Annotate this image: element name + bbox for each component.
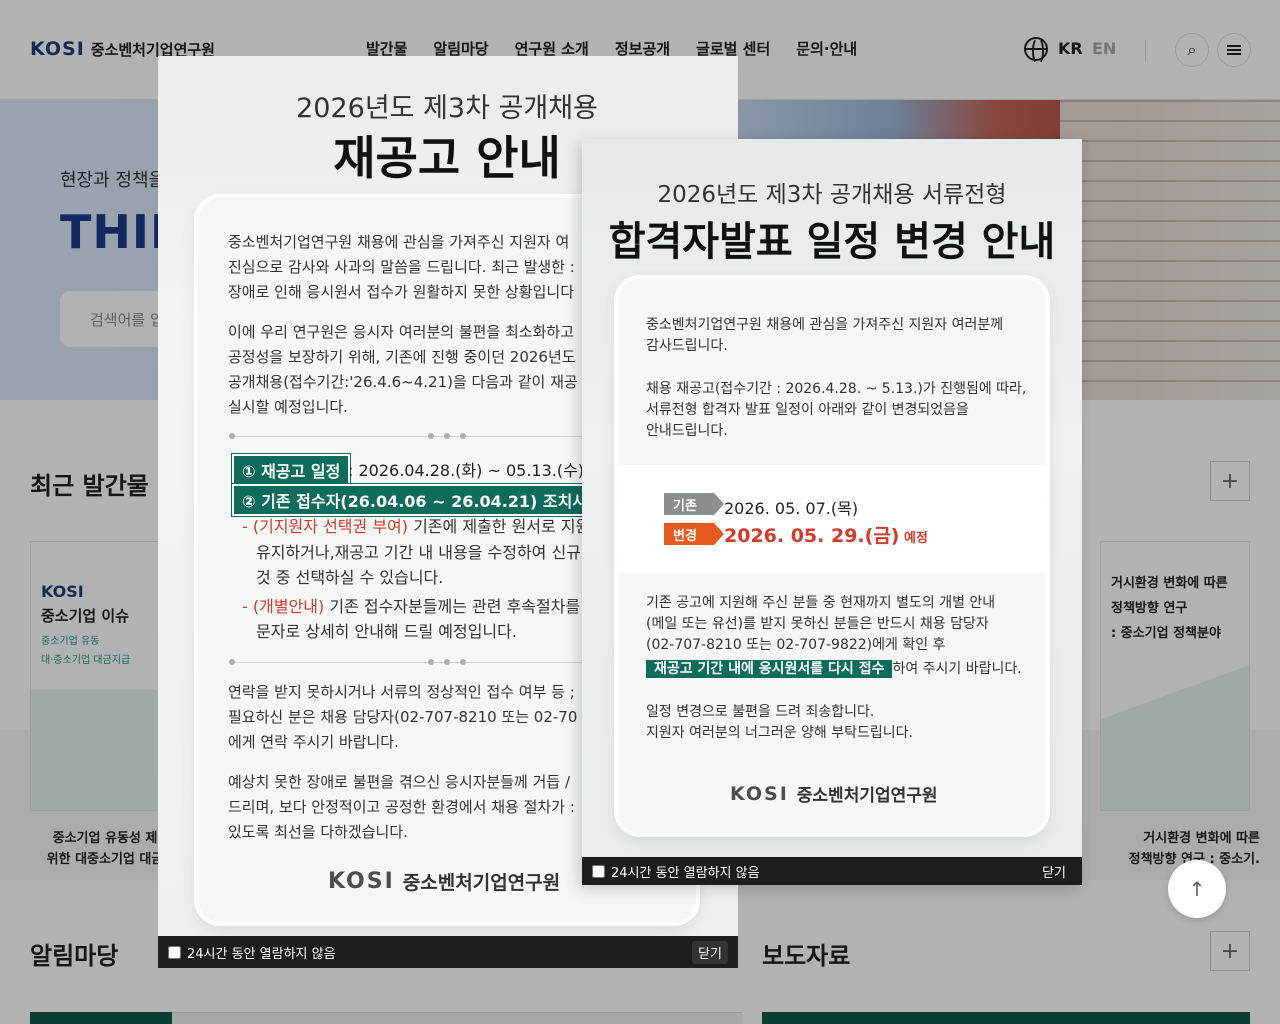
reannouncement-schedule-value: : 2026.04.28.(화) ~ 05.13.(수) 1( — [348, 461, 606, 480]
popup1-footer: 24시간 동안 열람하지 않음 닫기 — [158, 936, 738, 968]
popup1-pretitle: 2026년도 제3차 공개채용 — [296, 93, 598, 124]
logo-text: 중소벤처기업연구원 — [402, 872, 561, 894]
existing-applicant-tag: ② 기존 접수자(26.04.06 ~ 26.04.21) 조치사항 — [231, 483, 613, 517]
arrow-up-icon: ↑ — [1188, 877, 1206, 901]
popup1-paragraph-line: 예상치 못한 장애로 불편을 겪으신 응시자분들께 거듭 ∕ — [228, 773, 571, 791]
popup2-paragraph-line: (02-707-8210 또는 02-707-9822)에게 확인 후 — [646, 637, 946, 653]
popup1-paragraph-line: 장애로 인해 응시원서 접수가 원활하지 못한 상황입니다 — [228, 283, 575, 301]
popup1-logo: KOSI 중소벤처기업연구원 — [328, 868, 560, 895]
logo-text: 중소벤처기업연구원 — [796, 786, 938, 806]
popup2-paragraph-line: 감사드립니다. — [646, 338, 728, 354]
scroll-top-button[interactable]: ↑ — [1168, 860, 1226, 918]
popup2-hide-24h-label[interactable]: 24시간 동안 열람하지 않음 — [611, 862, 760, 881]
reannouncement-schedule-tag: ① 재공고 일정 — [230, 453, 352, 487]
popup1-paragraph-line: 실시할 예정입니다. — [228, 398, 348, 416]
bullet-choice-line: 유지하거나,재공고 기간 내 내용을 수정하여 신규 저 — [256, 543, 601, 562]
popup2-title: 합격자발표 일정 변경 안내 — [608, 219, 1056, 265]
popup2-pretitle: 2026년도 제3차 공개채용 서류전형 — [657, 182, 1007, 208]
popup1-close-button[interactable]: 닫기 — [692, 940, 728, 964]
popup2-paragraph-line: 지원자 여러분의 너그러운 양해 부탁드립니다. — [646, 725, 913, 741]
schedule-box: 기존 2026. 05. 07.(목) 변경 2026. 05. 29.(금) … — [618, 465, 1046, 573]
popup2-hide-24h-checkbox[interactable] — [592, 864, 605, 878]
popup1-paragraph-line: 공정성을 보장하기 위해, 기존에 진행 중이던 2026년도 — [228, 348, 576, 366]
popup1-hide-24h-checkbox[interactable] — [168, 945, 181, 959]
popup1-paragraph-line: 연락을 받지 못하시거나 서류의 정상적인 접수 여부 등 ; — [228, 683, 575, 701]
bullet-choice-label: - (기지원자 선택권 부여) — [242, 517, 408, 536]
popup1-paragraph-line: 진심으로 감사와 사과의 말씀을 드립니다. 최근 발생한 : — [228, 258, 575, 276]
popup1-paragraph-line: 있도록 최선을 다하겠습니다. — [228, 823, 408, 841]
popup2-paragraph-line: 서류전형 합격자 발표 일정이 아래와 같이 변경되었음을 — [646, 402, 969, 418]
bullet-individual-label: - (개별안내) — [242, 597, 325, 616]
popup2-close-button[interactable]: 닫기 — [1036, 860, 1072, 883]
logo-mark: KOSI — [328, 869, 395, 894]
date-new-suffix: 예정 — [899, 531, 928, 546]
popup2-paragraph-line: 중소벤처기업연구원 채용에 관심을 가져주신 지원자 여러분께 — [646, 317, 1004, 333]
popup2-paragraph-line: 기존 공고에 지원해 주신 분들 중 현재까지 별도의 개별 안내 — [646, 595, 996, 611]
bullet-individual: - (개별안내) 기존 접수자분들께는 관련 후속절차를 ( — [242, 594, 591, 620]
date-old: 2026. 05. 07.(목) — [724, 499, 859, 518]
badge-old: 기존 — [664, 493, 724, 515]
popup1-paragraph-line: 에게 연락 주시기 바랍니다. — [228, 733, 399, 751]
popup2-paragraph-line: 안내드립니다. — [646, 423, 728, 439]
popup2-logo: KOSI 중소벤처기업연구원 — [730, 781, 938, 807]
bullet-individual-text: 기존 접수자분들께는 관련 후속절차를 ( — [324, 597, 592, 616]
reapply-tail: 하여 주시기 바랍니다. — [892, 661, 1022, 677]
bullet-choice-line: 것 중 선택하실 수 있습니다. — [256, 568, 444, 587]
popup1-paragraph-line: 중소벤처기업연구원 채용에 관심을 가져주신 지원자 여 — [228, 233, 570, 251]
popup1-paragraph-line: 이에 우리 연구원은 응시자 여러분의 불편을 최소화하고 — [228, 323, 575, 341]
popup1-hide-24h-label[interactable]: 24시간 동안 열람하지 않음 — [187, 943, 336, 962]
popup-schedule-change: 2026년도 제3차 공개채용 서류전형 합격자발표 일정 변경 안내 중소벤처… — [582, 139, 1082, 885]
reapply-highlight: 재공고 기간 내에 응시원서를 다시 접수 — [646, 660, 893, 678]
date-new: 2026. 05. 29.(금) 예정 — [724, 521, 928, 548]
popup2-content-card: 중소벤처기업연구원 채용에 관심을 가져주신 지원자 여러분께 감사드립니다. … — [618, 279, 1046, 833]
popup1-paragraph-line: 필요하신 분은 채용 담당자(02-707-8210 또는 02-70 — [228, 708, 578, 726]
popup2-footer: 24시간 동안 열람하지 않음 닫기 — [582, 857, 1082, 885]
popup2-paragraph-line: (메일 또는 유선)를 받지 못하신 분들은 반드시 채용 담당자 — [646, 616, 989, 632]
bullet-choice-text: 기존에 제출한 원서로 지원 — [408, 517, 591, 536]
bullet-individual-line: 문자로 상세히 안내해 드릴 예정입니다. — [256, 622, 517, 641]
popup2-paragraph-line: 채용 재공고(접수기간 : 2026.4.28. ~ 5.13.)가 진행됨에 … — [646, 381, 1027, 397]
date-new-value: 2026. 05. 29.(금) — [724, 525, 900, 547]
logo-mark: KOSI — [730, 782, 789, 805]
bullet-choice: - (기지원자 선택권 부여) 기존에 제출한 원서로 지원 — [242, 514, 590, 540]
popup2-highlight-line: 재공고 기간 내에 응시원서를 다시 접수 하여 주시기 바랍니다. — [646, 659, 1022, 680]
badge-new: 변경 — [664, 523, 724, 545]
popup1-paragraph-line: 공개채용(접수기간:'26.4.6~4.21)을 다음과 같이 재공 — [228, 373, 578, 391]
popup2-paragraph-line: 일정 변경으로 불편을 드려 죄송합니다. — [646, 704, 875, 720]
popup1-paragraph-line: 드리며, 보다 안정적이고 공정한 환경에서 채용 절차가 : — [228, 798, 575, 816]
